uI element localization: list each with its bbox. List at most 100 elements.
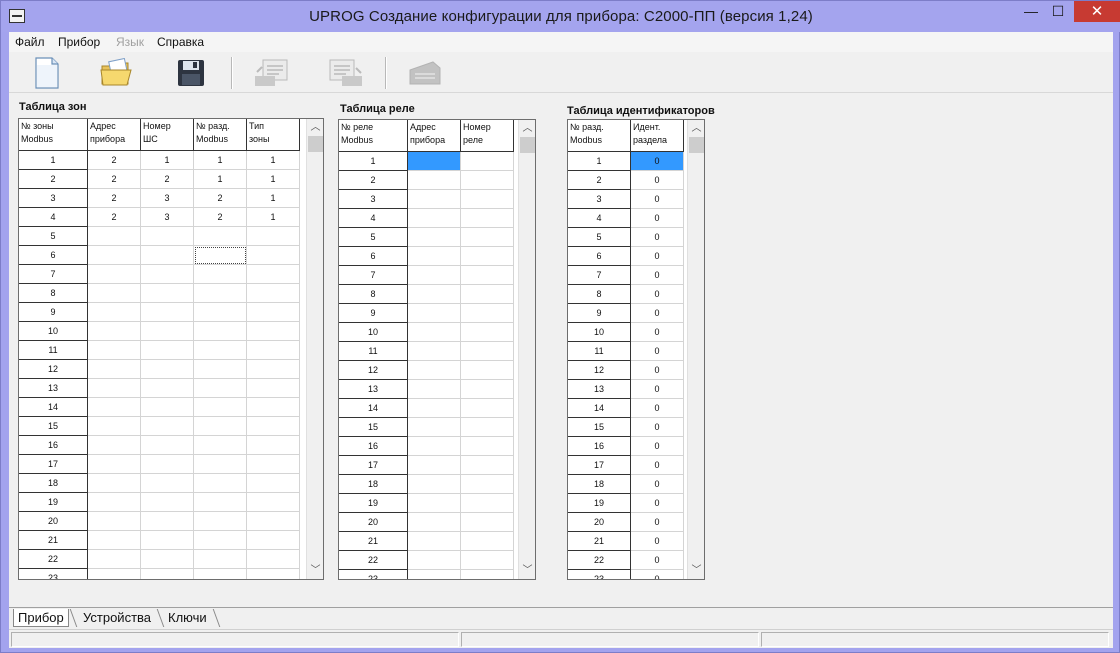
table-cell[interactable]	[88, 569, 141, 579]
table-cell[interactable]	[408, 209, 461, 228]
table-cell[interactable]	[408, 399, 461, 418]
menu-language[interactable]: Язык	[116, 35, 144, 49]
table-cell[interactable]	[141, 379, 194, 398]
table-cell[interactable]: 2	[194, 208, 247, 227]
table-cell[interactable]	[194, 455, 247, 474]
table-cell[interactable]: 1	[247, 151, 300, 170]
title-bar[interactable]: UPROG Создание конфигурации для прибора:…	[1, 1, 1120, 32]
table-cell[interactable]: 0	[631, 152, 684, 171]
table-cell[interactable]: 3	[141, 189, 194, 208]
table-cell[interactable]	[247, 550, 300, 569]
table-cell[interactable]	[194, 322, 247, 341]
table-cell[interactable]: 0	[631, 209, 684, 228]
table-cell[interactable]	[141, 360, 194, 379]
table-cell[interactable]	[88, 227, 141, 246]
table-cell[interactable]	[194, 531, 247, 550]
table-cell[interactable]	[247, 265, 300, 284]
table-cell[interactable]	[408, 513, 461, 532]
table-cell[interactable]	[408, 570, 461, 579]
table-cell[interactable]	[88, 512, 141, 531]
table-cell[interactable]: 0	[631, 551, 684, 570]
scroll-thumb[interactable]	[308, 136, 323, 152]
table-cell[interactable]	[194, 360, 247, 379]
table-cell[interactable]	[141, 493, 194, 512]
table-cell[interactable]	[141, 455, 194, 474]
table-cell[interactable]	[88, 531, 141, 550]
tab-keys[interactable]: Ключи	[164, 609, 211, 627]
table-cell[interactable]	[408, 551, 461, 570]
scroll-up-icon[interactable]: ︿	[307, 119, 323, 136]
table-cell[interactable]: 2	[141, 170, 194, 189]
table-cell[interactable]	[247, 379, 300, 398]
table-cell[interactable]: 0	[631, 228, 684, 247]
table-cell[interactable]: 2	[88, 170, 141, 189]
table-cell[interactable]	[194, 550, 247, 569]
table-cell[interactable]	[141, 227, 194, 246]
table-cell[interactable]: 0	[631, 304, 684, 323]
table-cell[interactable]: 2	[194, 189, 247, 208]
table-cell[interactable]	[247, 322, 300, 341]
table-cell[interactable]	[461, 266, 514, 285]
table-cell[interactable]	[461, 380, 514, 399]
vertical-scrollbar[interactable]: ︿ ﹀	[687, 120, 704, 579]
table-cell[interactable]	[141, 512, 194, 531]
table-cell[interactable]	[141, 322, 194, 341]
table-cell[interactable]	[88, 303, 141, 322]
table-cell[interactable]	[141, 474, 194, 493]
table-cell[interactable]	[408, 456, 461, 475]
table-cell[interactable]	[194, 265, 247, 284]
table-cell[interactable]	[247, 417, 300, 436]
scroll-up-icon[interactable]: ︿	[519, 120, 535, 137]
table-cell[interactable]	[247, 512, 300, 531]
table-cell[interactable]: 0	[631, 475, 684, 494]
minimize-button[interactable]: —	[1019, 1, 1043, 22]
table-cell[interactable]	[247, 474, 300, 493]
scroll-thumb[interactable]	[689, 137, 704, 153]
scroll-down-icon[interactable]: ﹀	[688, 562, 704, 579]
table-cell[interactable]	[461, 190, 514, 209]
table-cell[interactable]	[247, 436, 300, 455]
table-cell[interactable]	[194, 246, 247, 265]
table-cell[interactable]	[194, 436, 247, 455]
table-cell[interactable]	[408, 152, 461, 171]
table-cell[interactable]: 0	[631, 494, 684, 513]
table-cell[interactable]: 0	[631, 532, 684, 551]
table-cell[interactable]	[461, 399, 514, 418]
table-cell[interactable]	[461, 475, 514, 494]
table-cell[interactable]: 0	[631, 323, 684, 342]
menu-device[interactable]: Прибор	[58, 35, 100, 49]
table-cell[interactable]	[141, 303, 194, 322]
table-cell[interactable]	[461, 342, 514, 361]
table-cell[interactable]	[194, 417, 247, 436]
table-cell[interactable]	[88, 379, 141, 398]
table-cell[interactable]	[88, 360, 141, 379]
table-cell[interactable]	[408, 361, 461, 380]
table-cell[interactable]	[461, 171, 514, 190]
vertical-scrollbar[interactable]: ︿ ﹀	[306, 119, 323, 579]
table-cell[interactable]	[408, 285, 461, 304]
vertical-scrollbar[interactable]: ︿ ﹀	[518, 120, 535, 579]
maximize-button[interactable]: ☐	[1046, 1, 1070, 22]
table-cell[interactable]	[88, 455, 141, 474]
table-cell[interactable]	[408, 437, 461, 456]
table-cell[interactable]	[194, 227, 247, 246]
table-cell[interactable]: 0	[631, 380, 684, 399]
write-config-button[interactable]	[326, 55, 366, 91]
table-cell[interactable]	[247, 569, 300, 579]
table-cell[interactable]: 0	[631, 513, 684, 532]
scroll-down-icon[interactable]: ﹀	[307, 562, 323, 579]
table-cell[interactable]	[461, 209, 514, 228]
table-cell[interactable]: 2	[88, 189, 141, 208]
menu-help[interactable]: Справка	[157, 35, 204, 49]
table-cell[interactable]	[88, 417, 141, 436]
table-cell[interactable]	[408, 266, 461, 285]
table-cell[interactable]	[408, 228, 461, 247]
table-cell[interactable]	[247, 246, 300, 265]
table-cell[interactable]	[461, 152, 514, 171]
table-cell[interactable]: 1	[194, 170, 247, 189]
table-cell[interactable]	[408, 304, 461, 323]
table-cell[interactable]	[461, 285, 514, 304]
table-cell[interactable]	[141, 246, 194, 265]
table-cell[interactable]	[408, 323, 461, 342]
table-cell[interactable]	[88, 341, 141, 360]
